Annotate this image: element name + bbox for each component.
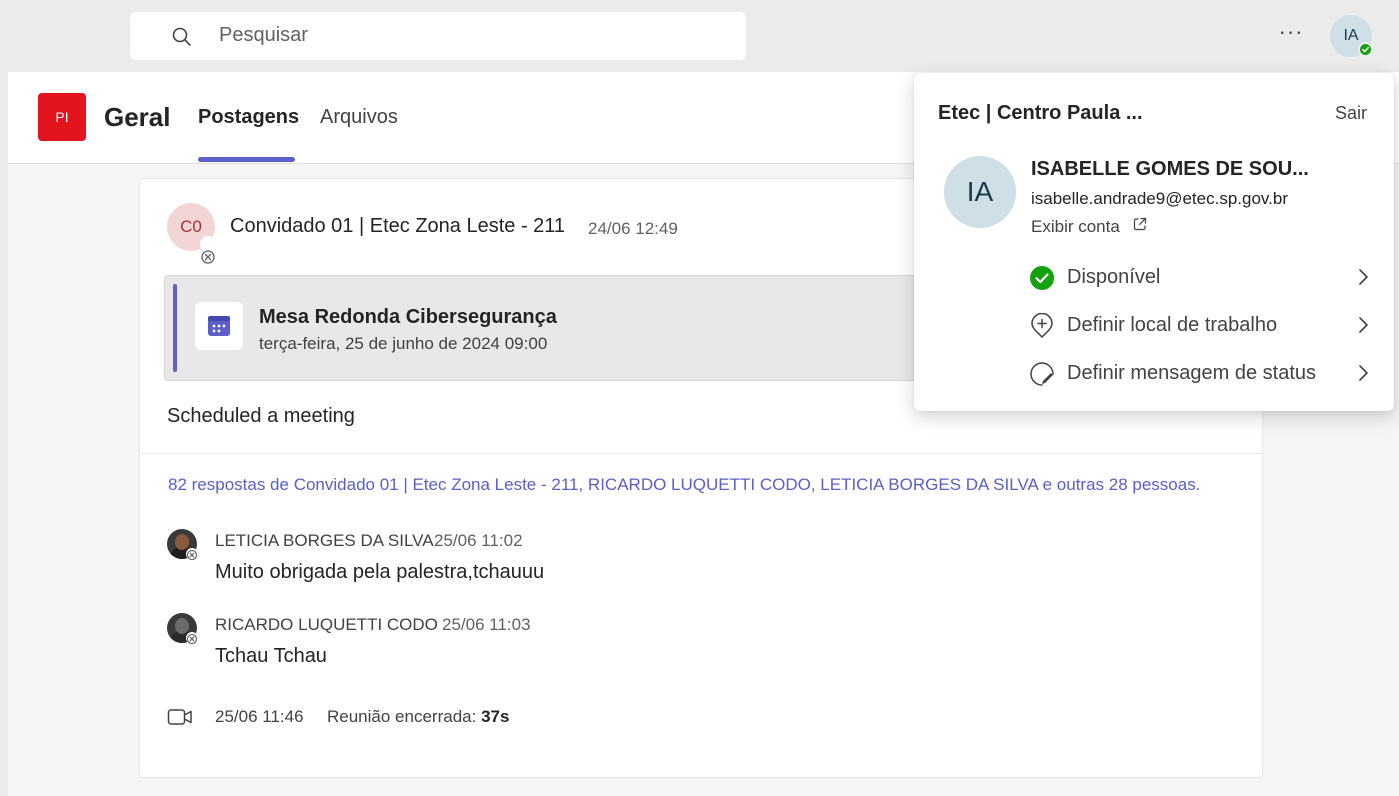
- status-message-icon: [1030, 362, 1054, 386]
- reply-author-name[interactable]: LETICIA BORGES DA SILVA: [215, 531, 434, 551]
- sign-out-button[interactable]: Sair: [1335, 103, 1367, 124]
- status-availability-label: Disponível: [1067, 266, 1161, 288]
- chevron-right-icon: [1359, 269, 1368, 285]
- meeting-title: Mesa Redonda Cibersegurança: [259, 306, 557, 328]
- profile-avatar-initials: IA: [1343, 27, 1359, 44]
- profile-email: isabelle.andrade9@etec.sp.gov.br: [1031, 189, 1288, 208]
- profile-avatar[interactable]: IA: [944, 156, 1016, 228]
- search-input[interactable]: Pesquisar: [219, 24, 308, 47]
- set-work-location-label: Definir local de trabalho: [1067, 314, 1278, 336]
- post-author-initials: C0: [180, 217, 202, 236]
- organization-name: Etec | Centro Paula ...: [938, 102, 1143, 124]
- available-status-icon: [1358, 42, 1373, 57]
- post-timestamp: 24/06 12:49: [588, 219, 678, 238]
- available-status-icon: [1030, 266, 1054, 290]
- team-avatar[interactable]: PI: [38, 93, 86, 141]
- post-author-name[interactable]: Convidado 01 | Etec Zona Leste - 211: [230, 215, 565, 238]
- location-add-icon: [1031, 313, 1053, 338]
- channel-name: Geral: [104, 102, 171, 132]
- reply-author-name[interactable]: RICARDO LUQUETTI CODO: [215, 615, 438, 635]
- offline-status-icon: [186, 548, 198, 561]
- view-account-link[interactable]: Exibir conta: [1031, 217, 1120, 237]
- replies-summary-link[interactable]: 82 respostas de Convidado 01 | Etec Zona…: [168, 475, 1200, 495]
- avatar-face-shape: [175, 618, 189, 634]
- set-work-location-item[interactable]: Definir local de trabalho: [1029, 305, 1379, 345]
- reply-text: Tchau Tchau: [215, 645, 327, 667]
- status-availability-item[interactable]: Disponível: [1029, 257, 1379, 297]
- search-icon: [172, 27, 191, 46]
- active-tab-indicator: [198, 157, 295, 162]
- chevron-right-icon: [1359, 365, 1368, 381]
- replies-divider: [140, 453, 1262, 454]
- set-status-message-item[interactable]: Definir mensagem de status: [1029, 353, 1379, 393]
- top-bar: Pesquisar ··· IA: [0, 0, 1399, 72]
- avatar-face-shape: [175, 534, 189, 550]
- external-link-icon: [1133, 217, 1147, 231]
- more-options-button[interactable]: ···: [1276, 20, 1306, 50]
- reply-timestamp: 25/06 11:02: [434, 531, 523, 550]
- reply-text: Muito obrigada pela palestra,tchauuu: [215, 561, 545, 583]
- set-status-message-label: Definir mensagem de status: [1067, 362, 1317, 384]
- meeting-ended-time: 25/06 11:46: [215, 707, 304, 726]
- post-author-avatar[interactable]: C0: [167, 203, 216, 264]
- meeting-card[interactable]: Mesa Redonda Cibersegurança terça-feira,…: [164, 275, 984, 381]
- tab-postagens[interactable]: Postagens: [198, 106, 299, 129]
- profile-name: ISABELLE GOMES DE SOU...: [1031, 158, 1309, 180]
- offline-status-icon: [200, 236, 216, 264]
- meeting-accent-bar: [173, 284, 177, 372]
- profile-avatar-button[interactable]: IA: [1330, 15, 1373, 57]
- reply-timestamp: 25/06 11:03: [442, 615, 531, 634]
- meeting-date: terça-feira, 25 de junho de 2024 09:00: [259, 334, 548, 353]
- video-camera-icon: [167, 709, 192, 725]
- search-box[interactable]: Pesquisar: [130, 12, 746, 60]
- calendar-icon: [195, 302, 243, 350]
- meeting-ended-label: Reunião encerrada:: [327, 707, 477, 726]
- tab-arquivos[interactable]: Arquivos: [320, 106, 398, 129]
- profile-flyout: Etec | Centro Paula ... Sair IA ISABELLE…: [914, 73, 1394, 411]
- meeting-ended-summary: Reunião encerrada: 37s: [327, 707, 509, 727]
- meeting-duration: 37s: [481, 707, 510, 726]
- post-message: Scheduled a meeting: [167, 405, 355, 427]
- chevron-right-icon: [1359, 317, 1368, 333]
- offline-status-icon: [186, 632, 198, 645]
